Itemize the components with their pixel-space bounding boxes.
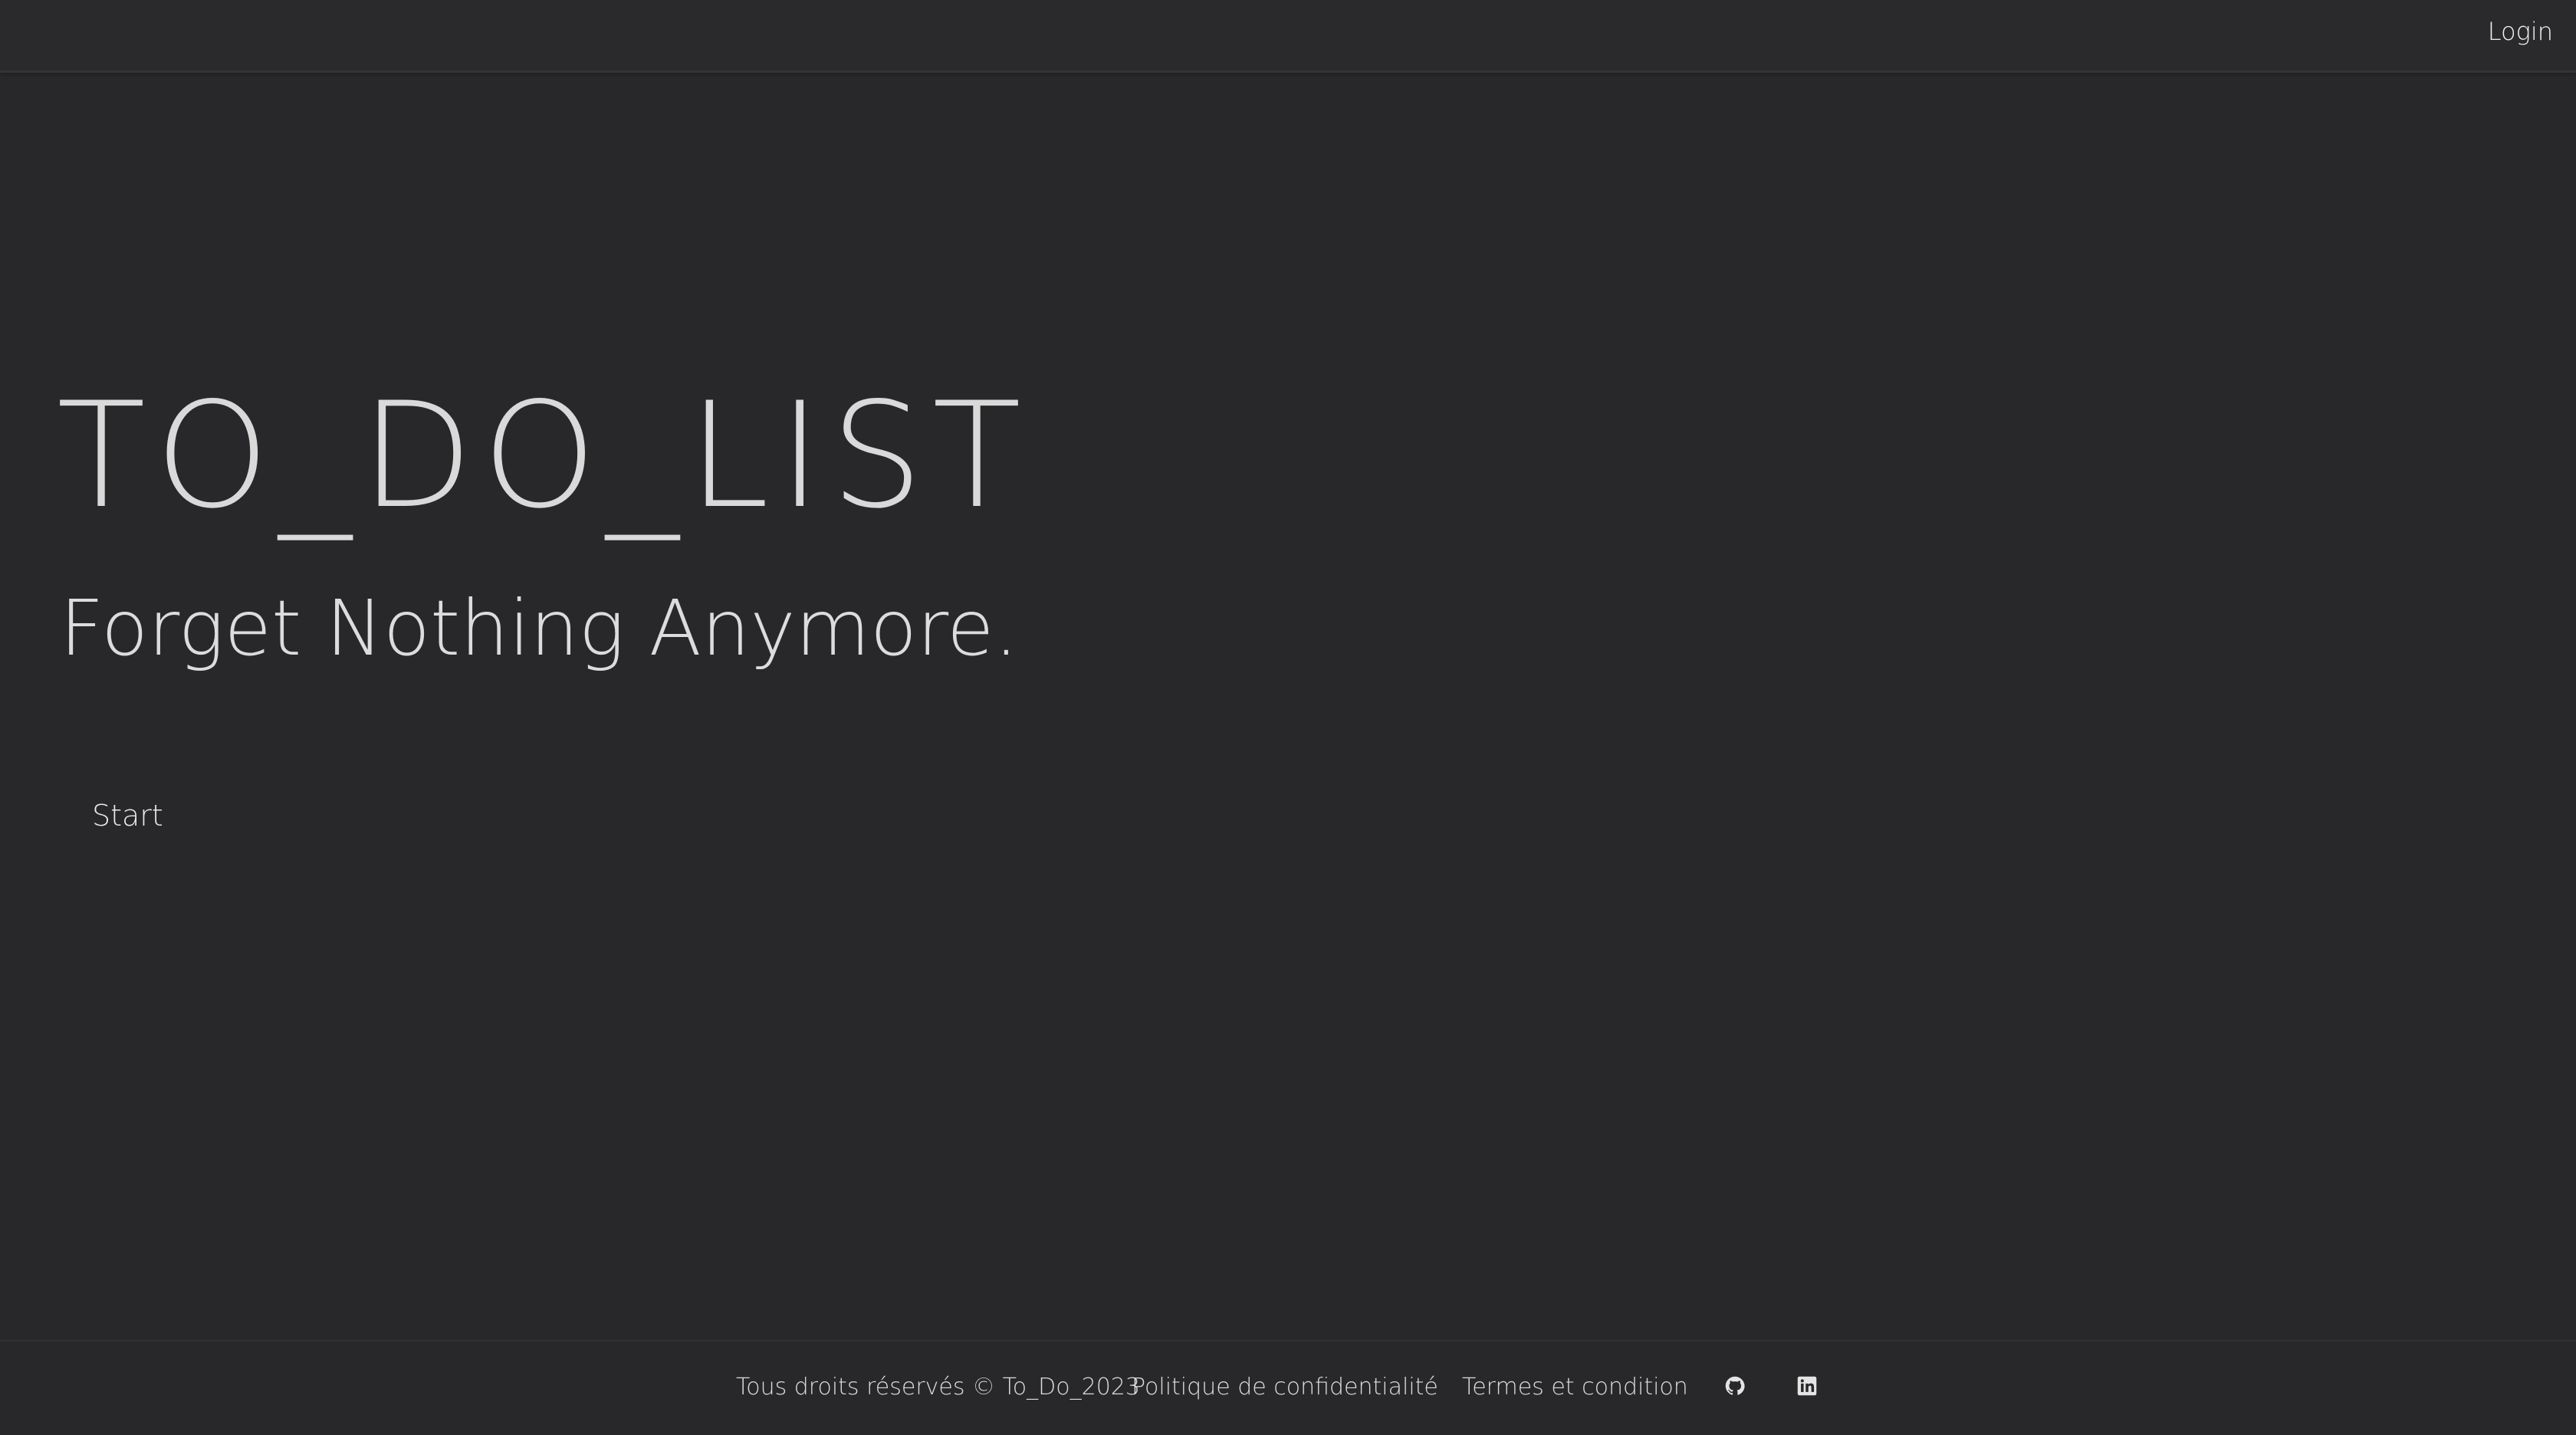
start-button[interactable]: Start: [92, 799, 163, 832]
footer: Tous droits réservés © To_Do_2023 Politi…: [0, 1340, 2576, 1435]
privacy-policy-link[interactable]: Politique de confidentialité: [1132, 1374, 1438, 1401]
navbar: Login: [0, 0, 2576, 73]
login-link[interactable]: Login: [2488, 17, 2553, 46]
footer-content: Tous droits réservés © To_Do_2023 Politi…: [0, 1341, 2576, 1435]
page: Login TO_DO_LIST Forget Nothing Anymore.…: [0, 0, 2576, 1435]
github-icon[interactable]: [1724, 1375, 1746, 1397]
hero-title: TO_DO_LIST: [57, 371, 1031, 540]
linkedin-icon[interactable]: [1796, 1375, 1818, 1397]
terms-link[interactable]: Termes et condition: [1462, 1374, 1688, 1401]
copyright-text: Tous droits réservés © To_Do_2023: [736, 1374, 1140, 1401]
hero-subtitle: Forget Nothing Anymore.: [60, 583, 1019, 673]
